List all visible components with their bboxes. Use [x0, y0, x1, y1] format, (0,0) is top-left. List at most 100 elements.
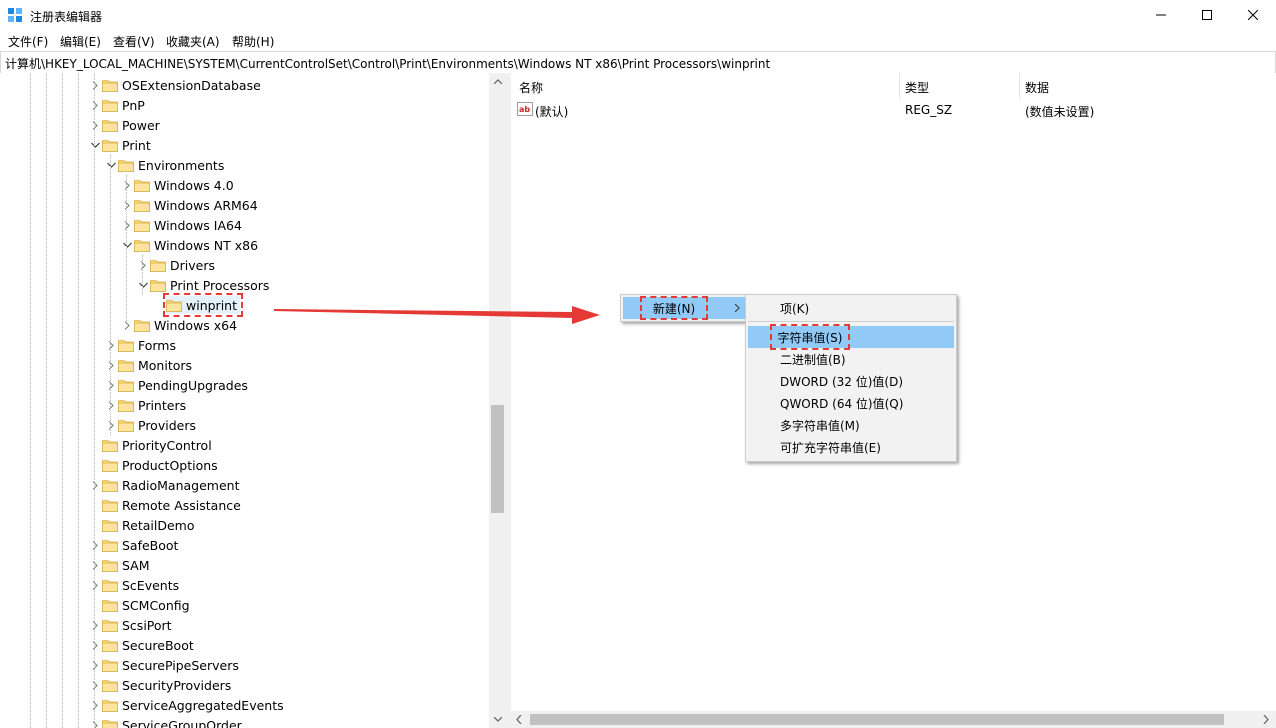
tree-item[interactable]: Windows x64: [120, 315, 240, 335]
tree-item[interactable]: Print Processors: [136, 275, 272, 295]
list-horizontal-scrollbar[interactable]: [511, 711, 1276, 728]
submenu-item-key[interactable]: 项(K): [748, 297, 954, 319]
menu-edit[interactable]: 编辑(E): [60, 33, 101, 50]
scroll-up-arrow[interactable]: [489, 73, 506, 90]
chevron-right-icon[interactable]: [104, 395, 118, 415]
chevron-right-icon[interactable]: [88, 615, 102, 635]
chevron-down-icon[interactable]: [120, 235, 134, 255]
hscroll-thumb[interactable]: [530, 714, 1224, 725]
chevron-right-icon[interactable]: [120, 175, 134, 195]
tree-item[interactable]: Print: [88, 135, 154, 155]
tree-item[interactable]: SecureBoot: [88, 635, 197, 655]
scroll-down-arrow[interactable]: [489, 711, 506, 728]
chevron-down-icon[interactable]: [104, 155, 118, 175]
chevron-right-icon[interactable]: [88, 695, 102, 715]
submenu-item-multistring-value[interactable]: 多字符串值(M): [748, 414, 954, 436]
menu-item-new[interactable]: 新建(N): [623, 296, 745, 320]
minimize-button[interactable]: [1138, 0, 1184, 30]
tree-item-content: OSExtensionDatabase: [102, 76, 264, 94]
submenu-item-qword-value[interactable]: QWORD (64 位)值(Q): [748, 392, 954, 414]
tree-item[interactable]: ServiceGroupOrder: [88, 715, 245, 728]
string-value-icon: ab: [517, 102, 533, 116]
chevron-right-icon[interactable]: [88, 115, 102, 135]
address-bar[interactable]: 计算机\HKEY_LOCAL_MACHINE\SYSTEM\CurrentCon…: [0, 51, 1276, 74]
chevron-right-icon[interactable]: [88, 555, 102, 575]
tree-item[interactable]: Monitors: [104, 355, 195, 375]
chevron-right-icon[interactable]: [136, 255, 150, 275]
chevron-down-icon[interactable]: [88, 135, 102, 155]
submenu-item-binary-value[interactable]: 二进制值(B): [748, 348, 954, 370]
tree-item[interactable]: ProductOptions: [88, 455, 221, 475]
chevron-right-icon[interactable]: [1263, 715, 1269, 724]
tree-item[interactable]: Environments: [104, 155, 227, 175]
submenu-item-dword-value[interactable]: DWORD (32 位)值(D): [748, 370, 954, 392]
tree-item[interactable]: Windows ARM64: [120, 195, 261, 215]
chevron-right-icon[interactable]: [88, 475, 102, 495]
tree-item[interactable]: ServiceAggregatedEvents: [88, 695, 287, 715]
tree-item[interactable]: Windows NT x86: [120, 235, 261, 255]
menu-view[interactable]: 查看(V): [113, 33, 155, 50]
tree-item-content: SCMConfig: [102, 596, 193, 614]
tree-item[interactable]: Providers: [104, 415, 199, 435]
tree-item[interactable]: SecurePipeServers: [88, 655, 242, 675]
tree-item[interactable]: Remote Assistance: [88, 495, 244, 515]
column-name[interactable]: 名称: [519, 79, 543, 96]
maximize-button[interactable]: [1184, 0, 1230, 30]
chevron-right-icon[interactable]: [120, 195, 134, 215]
tree-item[interactable]: PnP: [88, 95, 148, 115]
tree-item[interactable]: Windows 4.0: [120, 175, 237, 195]
chevron-right-icon[interactable]: [88, 635, 102, 655]
tree-item[interactable]: SAM: [88, 555, 153, 575]
menu-favorites[interactable]: 收藏夹(A): [166, 33, 220, 50]
tree-item[interactable]: RadioManagement: [88, 475, 242, 495]
tree-item[interactable]: Power: [88, 115, 163, 135]
chevron-right-icon[interactable]: [88, 715, 102, 728]
chevron-left-icon[interactable]: [516, 715, 522, 724]
column-type[interactable]: 类型: [905, 79, 929, 96]
tree-item[interactable]: RetailDemo: [88, 515, 197, 535]
tree-item-content: PriorityControl: [102, 436, 215, 454]
close-button[interactable]: [1230, 0, 1276, 30]
folder-icon: [102, 100, 118, 112]
chevron-right-icon[interactable]: [104, 415, 118, 435]
tree-item-label: Print Processors: [170, 277, 270, 293]
tree-item[interactable]: Forms: [104, 335, 179, 355]
tree-item-content: Windows ARM64: [134, 196, 261, 214]
chevron-right-icon[interactable]: [88, 675, 102, 695]
chevron-right-icon[interactable]: [88, 655, 102, 675]
tree-item[interactable]: winprint: [152, 293, 243, 317]
submenu-item-expandable-string-value[interactable]: 可扩充字符串值(E): [748, 436, 954, 458]
key-tree-pane[interactable]: OSExtensionDatabase PnP Power Print Environm…: [0, 73, 507, 728]
chevron-right-icon[interactable]: [88, 75, 102, 95]
tree-item[interactable]: ScsiPort: [88, 615, 175, 635]
menu-file[interactable]: 文件(F): [8, 33, 48, 50]
tree-item[interactable]: Printers: [104, 395, 189, 415]
chevron-right-icon[interactable]: [88, 535, 102, 555]
menu-help[interactable]: 帮助(H): [232, 33, 274, 50]
chevron-right-icon[interactable]: [88, 95, 102, 115]
tree-item[interactable]: SecurityProviders: [88, 675, 234, 695]
chevron-right-icon[interactable]: [120, 315, 134, 335]
tree-item[interactable]: ScEvents: [88, 575, 182, 595]
chevron-right-icon[interactable]: [104, 335, 118, 355]
chevron-down-icon[interactable]: [136, 275, 150, 295]
value-row[interactable]: ab (默认) REG_SZ (数值未设置): [511, 100, 1271, 120]
chevron-right-icon[interactable]: [104, 375, 118, 395]
tree-item[interactable]: Windows IA64: [120, 215, 245, 235]
tree-item-label: PriorityControl: [122, 437, 212, 453]
chevron-right-icon[interactable]: [104, 355, 118, 375]
chevron-right-icon[interactable]: [88, 575, 102, 595]
chevron-right-icon[interactable]: [120, 215, 134, 235]
tree-vertical-scrollbar[interactable]: [489, 73, 506, 728]
submenu-item-string-value[interactable]: 字符串值(S): [748, 324, 954, 350]
scroll-thumb[interactable]: [491, 405, 504, 513]
column-data[interactable]: 数据: [1025, 79, 1049, 96]
tree-item-label: ProductOptions: [122, 457, 218, 473]
tree-item[interactable]: SafeBoot: [88, 535, 181, 555]
tree-item[interactable]: PendingUpgrades: [104, 375, 251, 395]
tree-item[interactable]: SCMConfig: [88, 595, 193, 615]
tree-item-content: Printers: [118, 396, 189, 414]
tree-item[interactable]: PriorityControl: [88, 435, 215, 455]
tree-item[interactable]: OSExtensionDatabase: [88, 75, 264, 95]
tree-item[interactable]: Drivers: [136, 255, 218, 275]
